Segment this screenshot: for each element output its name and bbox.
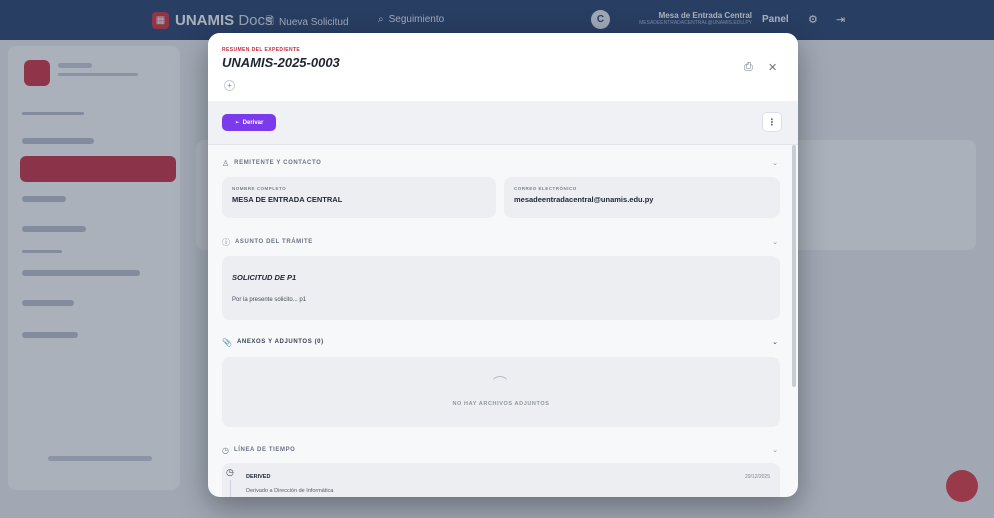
modal-scrollbar[interactable] [792,145,796,387]
chevron-down-icon: ⌄ [772,447,778,454]
add-tag-button[interactable]: + [224,80,235,91]
timeline-status: DERIVED [246,474,271,480]
derivar-button[interactable]: ➢ Derivar [222,114,276,131]
sender-name-label: NOMBRE COMPLETO [232,186,287,191]
section-attachments-title: ANEXOS Y ADJUNTOS (0) [236,339,324,345]
attachments-empty-state: ⌒ NO HAY ARCHIVOS ADJUNTOS [222,357,780,427]
clock-icon: ◷ [222,445,229,455]
timeline-connector [230,480,231,497]
paperclip-icon: 📎 [222,337,232,347]
sender-email-value: mesadeentradacentral@unamis.edu.py [514,195,654,204]
subject-body: Por la presente solicito... p1 [232,297,307,303]
section-attachments-header[interactable]: 📎 ANEXOS Y ADJUNTOS (0) ⌄ [222,336,778,348]
section-subject-title: ASUNTO DEL TRÁMITE [235,239,313,245]
sender-email-label: CORREO ELECTRÓNICO [514,186,577,191]
print-icon[interactable]: ⎙ [744,61,753,74]
section-sender-title: REMITENTE Y CONTACTO [234,160,322,166]
modal-kicker: RESUMEN DEL EXPEDIENTE [222,47,301,53]
sender-name-field: NOMBRE COMPLETO MESA DE ENTRADA CENTRAL [222,177,496,218]
timeline-description: Derivado a Dirección de Informática [246,488,334,494]
subject-heading: SOLICITUD DE P1 [232,273,297,282]
modal-header: RESUMEN DEL EXPEDIENTE UNAMIS-2025-0003 … [208,33,798,101]
derivar-label: Derivar [242,119,264,126]
section-timeline-header[interactable]: ◷ LÍNEA DE TIEMPO ⌄ [222,444,778,456]
timeline-date: 29/12/2025 [744,474,770,480]
close-icon[interactable]: ✕ [768,61,777,74]
expediente-title: UNAMIS-2025-0003 [222,55,340,70]
send-icon: ➢ [234,120,240,126]
chevron-down-icon: ⌄ [772,239,778,246]
section-subject-header[interactable]: ⓘ ASUNTO DEL TRÁMITE ⌄ [222,236,778,248]
expediente-modal: RESUMEN DEL EXPEDIENTE UNAMIS-2025-0003 … [208,33,798,497]
attachments-empty-text: NO HAY ARCHIVOS ADJUNTOS [452,401,550,407]
timeline-item: ◷ DERIVED Derivado a Dirección de Inform… [222,463,780,497]
section-timeline-title: LÍNEA DE TIEMPO [233,447,296,453]
sender-name-value: MESA DE ENTRADA CENTRAL [232,195,343,204]
modal-action-bar: ➢ Derivar ⋮ [208,101,798,145]
section-sender-header[interactable]: ♙ REMITENTE Y CONTACTO ⌄ [222,157,778,169]
sender-email-field: CORREO ELECTRÓNICO mesadeentradacentral@… [504,177,780,218]
clock-icon: ◷ [226,467,234,477]
paperclip-icon: ⌒ [493,375,507,391]
chevron-down-icon: ⌄ [772,339,778,346]
chevron-down-icon: ⌄ [772,160,778,167]
subject-box: SOLICITUD DE P1 Por la presente solicito… [222,256,780,320]
user-icon: ♙ [222,158,230,168]
modal-scroll-area[interactable]: ♙ REMITENTE Y CONTACTO ⌄ NOMBRE COMPLETO… [208,145,798,497]
more-options-button[interactable]: ⋮ [762,112,782,132]
info-icon: ⓘ [222,237,230,247]
